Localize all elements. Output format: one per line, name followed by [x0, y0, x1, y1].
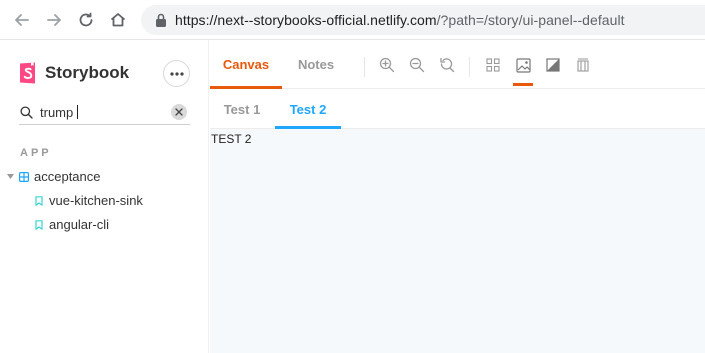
tree-item-label: angular-cli — [49, 217, 109, 232]
tree-item-acceptance[interactable]: acceptance — [7, 169, 101, 184]
measure-button[interactable] — [574, 56, 592, 74]
tab-canvas[interactable]: Canvas — [210, 40, 282, 89]
arrow-right-icon — [47, 14, 61, 26]
tab-test-1[interactable]: Test 1 — [212, 89, 272, 129]
arrow-left-icon — [15, 14, 29, 26]
outline-icon — [546, 58, 560, 72]
tree-item-vue-kitchen-sink[interactable]: vue-kitchen-sink — [35, 193, 143, 208]
reload-button[interactable] — [74, 8, 98, 32]
grid-icon — [486, 58, 500, 72]
caret-down-icon — [7, 173, 14, 179]
reset-zoom-icon — [440, 57, 455, 73]
search-input[interactable] — [40, 104, 160, 120]
component-icon — [19, 171, 29, 182]
toolbar-divider — [469, 57, 470, 77]
search-icon — [20, 105, 33, 119]
zoom-out-button[interactable] — [408, 56, 426, 74]
measure-icon — [577, 58, 589, 72]
browser-toolbar: https://next--storybooks-official.netlif… — [0, 0, 705, 40]
outline-button[interactable] — [544, 56, 562, 74]
zoom-in-button[interactable] — [378, 56, 396, 74]
home-icon — [110, 13, 126, 27]
background-icon — [515, 57, 531, 73]
address-bar[interactable]: https://next--storybooks-official.netlif… — [141, 5, 705, 35]
lock-icon — [156, 13, 166, 27]
tree-item-label: acceptance — [34, 169, 101, 184]
addon-tabs: Test 1 Test 2 — [210, 89, 705, 129]
grid-button[interactable] — [484, 56, 502, 74]
text-cursor — [77, 105, 78, 119]
reload-icon — [79, 12, 93, 27]
tab-test-2[interactable]: Test 2 — [275, 89, 341, 129]
url-text: https://next--storybooks-official.netlif… — [175, 12, 625, 28]
menu-button[interactable] — [163, 60, 190, 87]
home-button[interactable] — [106, 8, 130, 32]
close-icon — [175, 108, 183, 116]
toolbar: Canvas Notes — [210, 40, 705, 89]
ellipsis-icon — [169, 71, 184, 76]
forward-button[interactable] — [42, 8, 66, 32]
bookmark-icon — [35, 195, 43, 206]
section-title: APP — [20, 147, 52, 159]
brand[interactable]: Storybook — [19, 62, 129, 84]
toolbar-divider — [364, 57, 365, 77]
brand-name: Storybook — [45, 63, 130, 82]
tree-item-label: vue-kitchen-sink — [49, 193, 143, 208]
background-button[interactable] — [513, 56, 533, 86]
url-host: https://next--storybooks-official.netlif… — [175, 12, 437, 28]
url-path: /?path=/story/ui-panel--default — [436, 12, 625, 28]
main-area: Canvas Notes Test 1 Test 2 TEST 2 — [210, 40, 705, 353]
back-button[interactable] — [10, 8, 34, 32]
storybook-logo-icon — [20, 62, 35, 84]
sidebar: Storybook APP acceptance vue-kitchen-sin… — [0, 40, 209, 353]
clear-search-button[interactable] — [171, 104, 187, 120]
zoom-out-icon — [409, 57, 425, 73]
search-box — [19, 100, 190, 125]
zoom-in-icon — [379, 57, 395, 73]
tree-item-angular-cli[interactable]: angular-cli — [35, 217, 109, 232]
panel-content: TEST 2 — [211, 132, 252, 146]
tab-notes[interactable]: Notes — [287, 40, 345, 89]
bookmark-icon — [35, 219, 43, 230]
reset-zoom-button[interactable] — [438, 56, 456, 74]
